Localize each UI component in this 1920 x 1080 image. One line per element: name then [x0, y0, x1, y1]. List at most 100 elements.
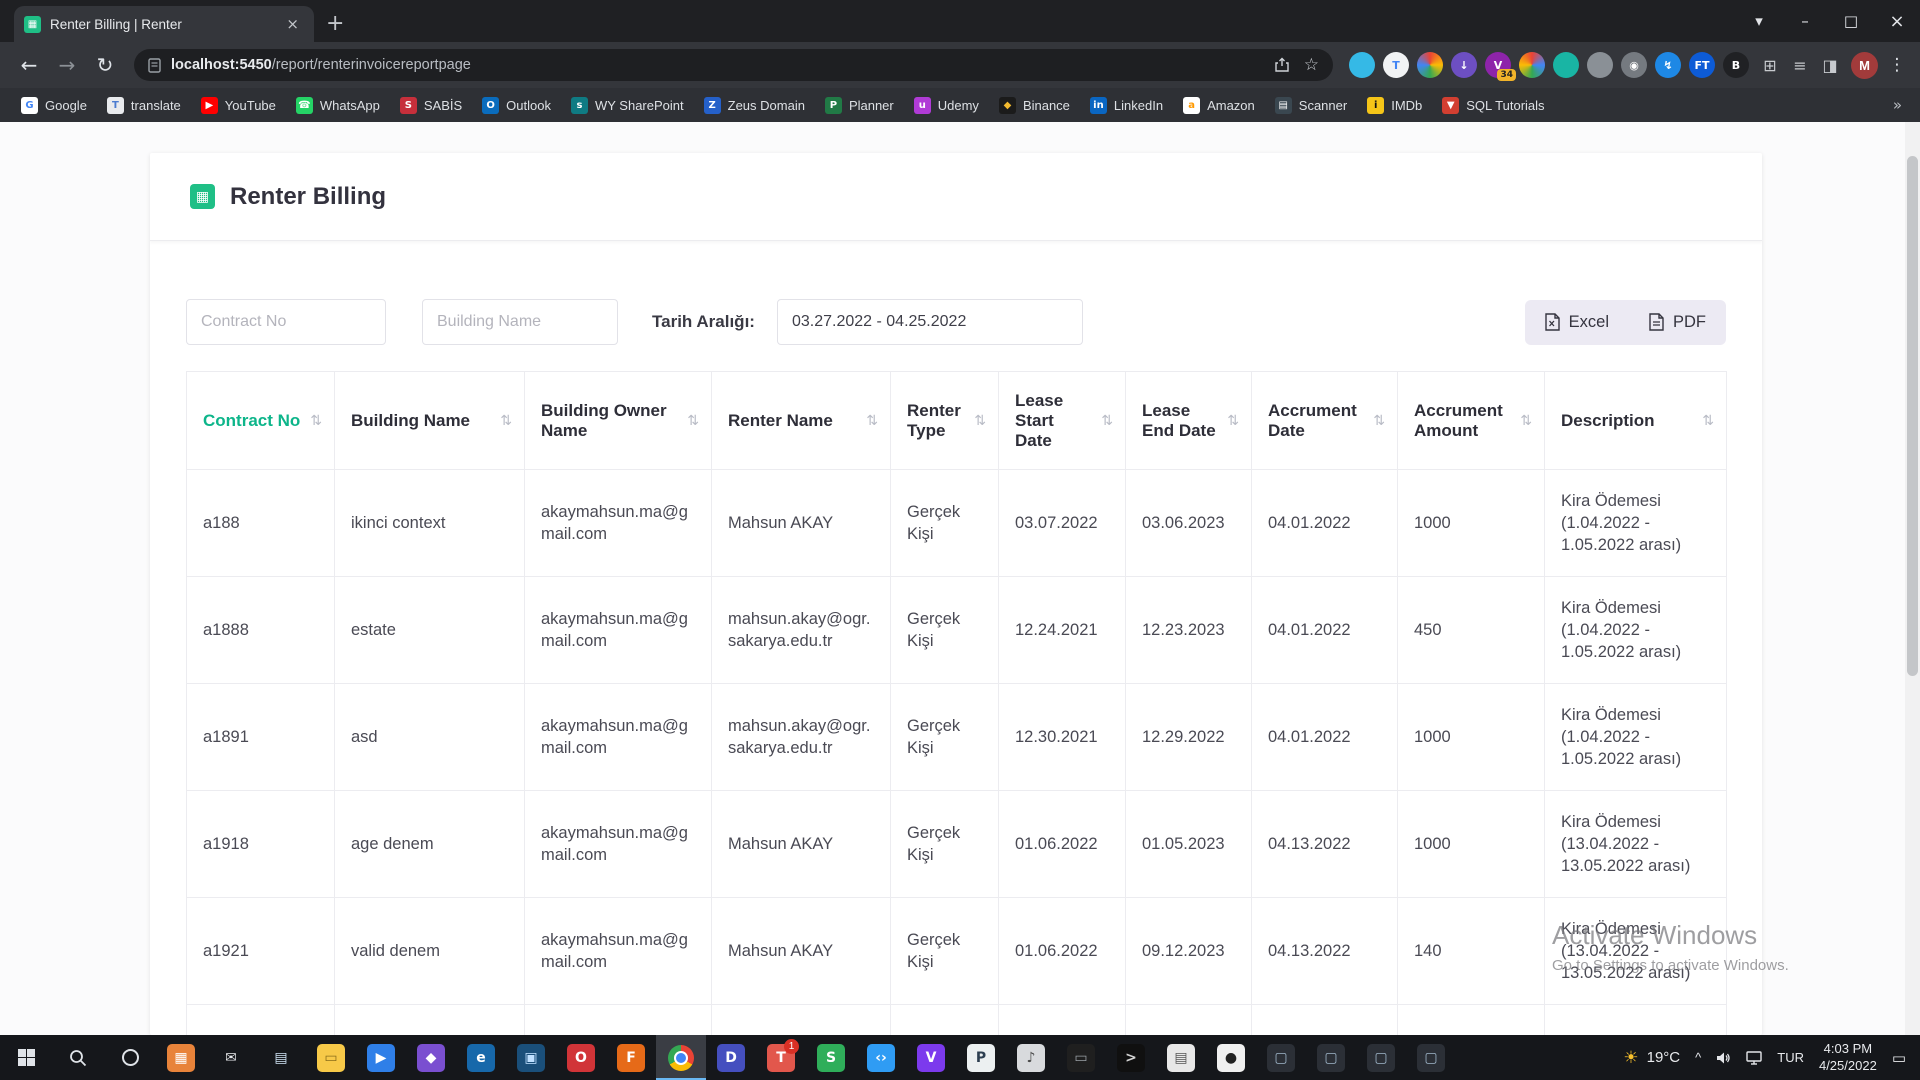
network-icon[interactable]: [1746, 1051, 1762, 1065]
contract-no-input[interactable]: [186, 299, 386, 345]
column-header[interactable]: Accrument Amount ⇅: [1398, 372, 1545, 470]
bookmark-item[interactable]: ◆ Binance: [990, 94, 1079, 117]
bookmark-item[interactable]: ▶ YouTube: [192, 94, 285, 117]
tray-expand-icon[interactable]: ^: [1695, 1050, 1701, 1065]
column-header[interactable]: Description ⇅: [1545, 372, 1727, 470]
side-panel-icon[interactable]: ◨: [1815, 50, 1845, 80]
page-scrollbar[interactable]: [1905, 122, 1920, 1035]
cortana-button[interactable]: [104, 1035, 156, 1080]
browser-menu-icon[interactable]: ⋮: [1884, 55, 1910, 75]
start-button[interactable]: [0, 1035, 52, 1080]
date-range-input[interactable]: [777, 299, 1083, 345]
taskbar-app-icon[interactable]: e: [456, 1035, 506, 1080]
taskbar-search-button[interactable]: [52, 1035, 104, 1080]
column-header[interactable]: Contract No ⇅: [187, 372, 335, 470]
share-icon[interactable]: [1274, 57, 1290, 73]
extension-icon[interactable]: V 34: [1485, 52, 1511, 78]
extension-icon[interactable]: FT: [1689, 52, 1715, 78]
bookmark-item[interactable]: ▤ Scanner: [1266, 94, 1356, 117]
bookmark-item[interactable]: u Udemy: [905, 94, 988, 117]
close-button[interactable]: ×: [1874, 0, 1920, 42]
bookmark-item[interactable]: a Amazon: [1174, 94, 1264, 117]
extension-icon[interactable]: [1519, 52, 1545, 78]
taskbar-app-icon[interactable]: ▤: [1156, 1035, 1206, 1080]
taskbar-app-icon[interactable]: ▶: [356, 1035, 406, 1080]
weather-widget[interactable]: ☀ 19°C: [1623, 1048, 1680, 1068]
taskbar-app-icon[interactable]: ▢: [1406, 1035, 1456, 1080]
taskbar-app-icon[interactable]: ▢: [1306, 1035, 1356, 1080]
column-header[interactable]: Renter Name ⇅: [712, 372, 891, 470]
taskbar-app-icon[interactable]: O: [556, 1035, 606, 1080]
forward-button[interactable]: →: [48, 47, 86, 83]
extension-icon[interactable]: [1349, 52, 1375, 78]
maximize-button[interactable]: □: [1828, 0, 1874, 42]
taskbar-app-icon[interactable]: ▭: [306, 1035, 356, 1080]
taskbar-app-icon[interactable]: ▢: [1256, 1035, 1306, 1080]
taskbar-app-icon[interactable]: ♪: [1006, 1035, 1056, 1080]
column-header[interactable]: Lease End Date ⇅: [1126, 372, 1252, 470]
taskbar-app-icon[interactable]: P: [956, 1035, 1006, 1080]
volume-icon[interactable]: [1716, 1051, 1731, 1065]
bookmark-item[interactable]: s WY SharePoint: [562, 94, 693, 117]
bookmark-item[interactable]: ☎ WhatsApp: [287, 94, 389, 117]
taskbar-app-icon[interactable]: ✉: [206, 1035, 256, 1080]
bookmark-item[interactable]: Z Zeus Domain: [695, 94, 814, 117]
tab-search-icon[interactable]: ▾: [1736, 0, 1782, 42]
column-header[interactable]: Building Name ⇅: [335, 372, 525, 470]
bookmark-star-icon[interactable]: ☆: [1304, 55, 1319, 75]
taskbar-app-icon[interactable]: ▢: [1356, 1035, 1406, 1080]
new-tab-button[interactable]: +: [326, 13, 344, 35]
taskbar-app-icon[interactable]: ‹›: [856, 1035, 906, 1080]
extension-icon[interactable]: [1417, 52, 1443, 78]
taskbar-app-icon[interactable]: ▦: [156, 1035, 206, 1080]
extensions-puzzle-icon[interactable]: ⊞: [1755, 50, 1785, 80]
taskbar-app-icon[interactable]: ▭: [1056, 1035, 1106, 1080]
taskbar-app-icon[interactable]: V: [906, 1035, 956, 1080]
bookmark-item[interactable]: i IMDb: [1358, 94, 1431, 117]
excel-button[interactable]: Excel: [1525, 300, 1629, 345]
reading-list-icon[interactable]: ≡: [1785, 50, 1815, 80]
notification-center-icon[interactable]: ▭: [1892, 1049, 1906, 1067]
bookmark-item[interactable]: G Google: [12, 94, 96, 117]
taskbar-app-icon[interactable]: T 1: [756, 1035, 806, 1080]
building-name-input[interactable]: [422, 299, 618, 345]
scrollbar-thumb[interactable]: [1907, 156, 1918, 676]
bookmark-item[interactable]: ▼ SQL Tutorials: [1433, 94, 1553, 117]
extension-icon[interactable]: [1587, 52, 1613, 78]
taskbar-app-icon[interactable]: >: [1106, 1035, 1156, 1080]
taskbar-app-icon[interactable]: D: [706, 1035, 756, 1080]
extension-icon[interactable]: B: [1723, 52, 1749, 78]
pdf-button[interactable]: PDF: [1629, 300, 1726, 345]
bookmark-item[interactable]: P Planner: [816, 94, 903, 117]
browser-tab[interactable]: ▦ Renter Billing | Renter ×: [14, 6, 314, 42]
tab-close-icon[interactable]: ×: [281, 13, 304, 35]
language-indicator[interactable]: TUR: [1777, 1050, 1804, 1065]
column-header[interactable]: Accrument Date ⇅: [1252, 372, 1398, 470]
extension-icon[interactable]: ↯: [1655, 52, 1681, 78]
minimize-button[interactable]: –: [1782, 0, 1828, 42]
taskbar-app-icon[interactable]: ▣: [506, 1035, 556, 1080]
profile-avatar[interactable]: M: [1851, 52, 1878, 79]
bookmark-item[interactable]: S SABİS: [391, 94, 471, 117]
bookmark-item[interactable]: in LinkedIn: [1081, 94, 1172, 117]
refresh-button[interactable]: ↻: [86, 47, 124, 83]
extension-icon[interactable]: ↓: [1451, 52, 1477, 78]
taskbar-app-icon[interactable]: S: [806, 1035, 856, 1080]
bookmark-item[interactable]: O Outlook: [473, 94, 560, 117]
address-bar[interactable]: localhost:5450/report/renterinvoicerepor…: [134, 49, 1333, 81]
column-header[interactable]: Building Owner Name ⇅: [525, 372, 712, 470]
extension-icon[interactable]: ◉: [1621, 52, 1647, 78]
taskbar-clock[interactable]: 4:03 PM 4/25/2022: [1819, 1041, 1877, 1075]
extension-icon[interactable]: [1553, 52, 1579, 78]
bookmarks-overflow-icon[interactable]: »: [1887, 96, 1908, 114]
taskbar-app-icon[interactable]: ●: [1206, 1035, 1256, 1080]
extension-icon[interactable]: T: [1383, 52, 1409, 78]
taskbar-chrome-icon[interactable]: [656, 1035, 706, 1080]
back-button[interactable]: ←: [10, 47, 48, 83]
taskbar-app-icon[interactable]: ◆: [406, 1035, 456, 1080]
taskbar-app-icon[interactable]: ▤: [256, 1035, 306, 1080]
taskbar-app-icon[interactable]: F: [606, 1035, 656, 1080]
site-info-icon[interactable]: [148, 58, 161, 73]
column-header[interactable]: Renter Type ⇅: [891, 372, 999, 470]
bookmark-item[interactable]: T translate: [98, 94, 190, 117]
